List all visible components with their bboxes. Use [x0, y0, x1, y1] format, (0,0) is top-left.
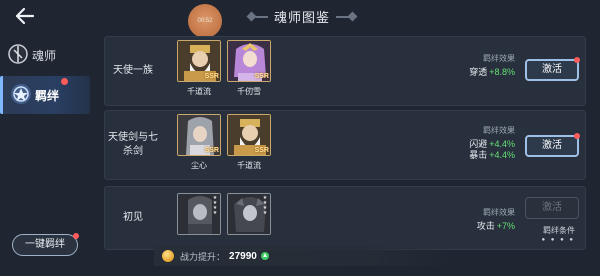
notification-dot	[574, 133, 580, 139]
bond-name: 天使一族	[113, 65, 153, 76]
bond-name: 初见	[123, 212, 143, 223]
sidebar-item-bond[interactable]: 羁绊	[0, 76, 90, 114]
rarity-badge: SSR	[254, 73, 269, 80]
effect-title: 羁绊效果	[483, 126, 515, 135]
character-card[interactable]: ★ ★ ★ ★	[227, 193, 271, 235]
effect-value: +8.8%	[489, 67, 515, 77]
rarity-badge: SSR	[204, 147, 219, 154]
character-portrait: SSR	[227, 40, 271, 82]
character-portrait: SSR	[177, 40, 221, 82]
effect-line: 攻击 +7%	[477, 221, 515, 232]
character-portrait: SSR	[227, 114, 271, 156]
activate-label: 激活	[542, 202, 562, 213]
back-arrow-icon	[15, 7, 35, 25]
sidebar-item-label: 魂师	[32, 49, 57, 63]
activate-button[interactable]: 激活	[525, 57, 580, 81]
character-card[interactable]: SSR 千道流	[177, 40, 221, 97]
page-title: 魂师图鉴	[273, 10, 330, 25]
effect-title: 羁绊效果	[483, 54, 515, 63]
character-portrait: SSR	[177, 114, 221, 156]
power-bar: 战力提升： 27990	[154, 246, 454, 266]
notification-dot	[574, 57, 580, 63]
effect-stat: 暴击	[469, 150, 488, 160]
effect-title: 羁绊效果	[483, 208, 515, 217]
top-bar: 00:52 魂师图鉴	[0, 0, 600, 38]
bond-row: 天使剑与七杀剑 SSR 尘心 SSR 千道流 羁绊效果 闪避 +4.4% 暴击 …	[104, 110, 586, 180]
star-rating: ★ ★ ★ ★	[262, 195, 268, 216]
sidebar: 魂师 羁绊	[0, 36, 96, 116]
effect-value: +4.4%	[489, 139, 515, 149]
character-portrait: ★ ★ ★ ★	[227, 193, 271, 235]
bond-name: 天使剑与七杀剑	[108, 132, 158, 157]
notification-dot	[73, 233, 79, 239]
bond-row: 初见 ★ ★ ★ ★ ★ ★ ★ ★ 羁绊效果 攻击 +7% 激活 羁绊条件 ●…	[104, 186, 586, 250]
activate-button[interactable]: 激活	[525, 197, 579, 219]
bond-effect: 羁绊效果 攻击 +7%	[477, 207, 515, 232]
character-card[interactable]: SSR 千仞雪	[227, 40, 271, 97]
condition-label: 羁绊条件	[543, 226, 575, 235]
bond-effect: 羁绊效果 闪避 +4.4% 暴击 +4.4%	[469, 125, 515, 161]
effect-value: +7%	[496, 221, 515, 231]
effect-value: +4.4%	[489, 150, 515, 160]
title-ornament-right	[347, 11, 358, 22]
activate-button[interactable]: 激活	[525, 133, 580, 157]
character-name: 千道流	[187, 87, 211, 96]
activate-label: 激活	[542, 64, 562, 75]
effect-stat: 穿透	[469, 67, 488, 77]
rarity-badge: SSR	[254, 147, 269, 154]
star-rating: ★ ★ ★ ★	[212, 195, 218, 216]
power-label: 战力提升：	[180, 251, 226, 262]
rarity-badge: SSR	[204, 73, 219, 80]
power-coin-icon	[162, 250, 174, 262]
notification-dot	[61, 78, 68, 85]
power-value: 27990	[229, 250, 257, 262]
effect-stat: 攻击	[476, 221, 495, 231]
character-card[interactable]: SSR 尘心	[177, 114, 221, 171]
condition-dots: ● ● ● ●	[541, 237, 575, 243]
timer-bubble[interactable]: 00:52	[188, 4, 222, 38]
character-card[interactable]: ★ ★ ★ ★	[177, 193, 221, 235]
character-name: 尘心	[191, 161, 207, 170]
character-portrait: ★ ★ ★ ★	[177, 193, 221, 235]
soul-master-icon	[8, 44, 28, 64]
bond-icon	[11, 84, 31, 104]
timer-text: 00:52	[197, 18, 213, 24]
sidebar-item-soul-master[interactable]: 魂师	[0, 36, 90, 74]
effect-stat: 闪避	[469, 139, 488, 149]
effect-line: 暴击 +4.4%	[469, 150, 515, 161]
page-title-wrap: 魂师图鉴	[232, 7, 372, 27]
one-key-bond-label: 一键羁绊	[25, 239, 65, 250]
effect-line: 闪避 +4.4%	[469, 139, 515, 150]
activate-label: 激活	[542, 140, 562, 151]
effect-line: 穿透 +8.8%	[469, 67, 515, 78]
sidebar-item-label: 羁绊	[35, 89, 60, 103]
back-button[interactable]	[14, 6, 36, 26]
title-line-left	[254, 16, 268, 18]
bond-row: 天使一族 SSR 千道流 SSR 千仞雪 羁绊效果 穿透 +8.8% 激活	[104, 36, 586, 106]
character-card[interactable]: SSR 千道流	[227, 114, 271, 171]
increase-arrow-icon	[260, 252, 269, 260]
one-key-bond-button[interactable]: 一键羁绊	[12, 233, 79, 256]
character-name: 千仞雪	[237, 87, 261, 96]
character-name: 千道流	[237, 161, 261, 170]
bond-effect: 羁绊效果 穿透 +8.8%	[469, 53, 515, 78]
